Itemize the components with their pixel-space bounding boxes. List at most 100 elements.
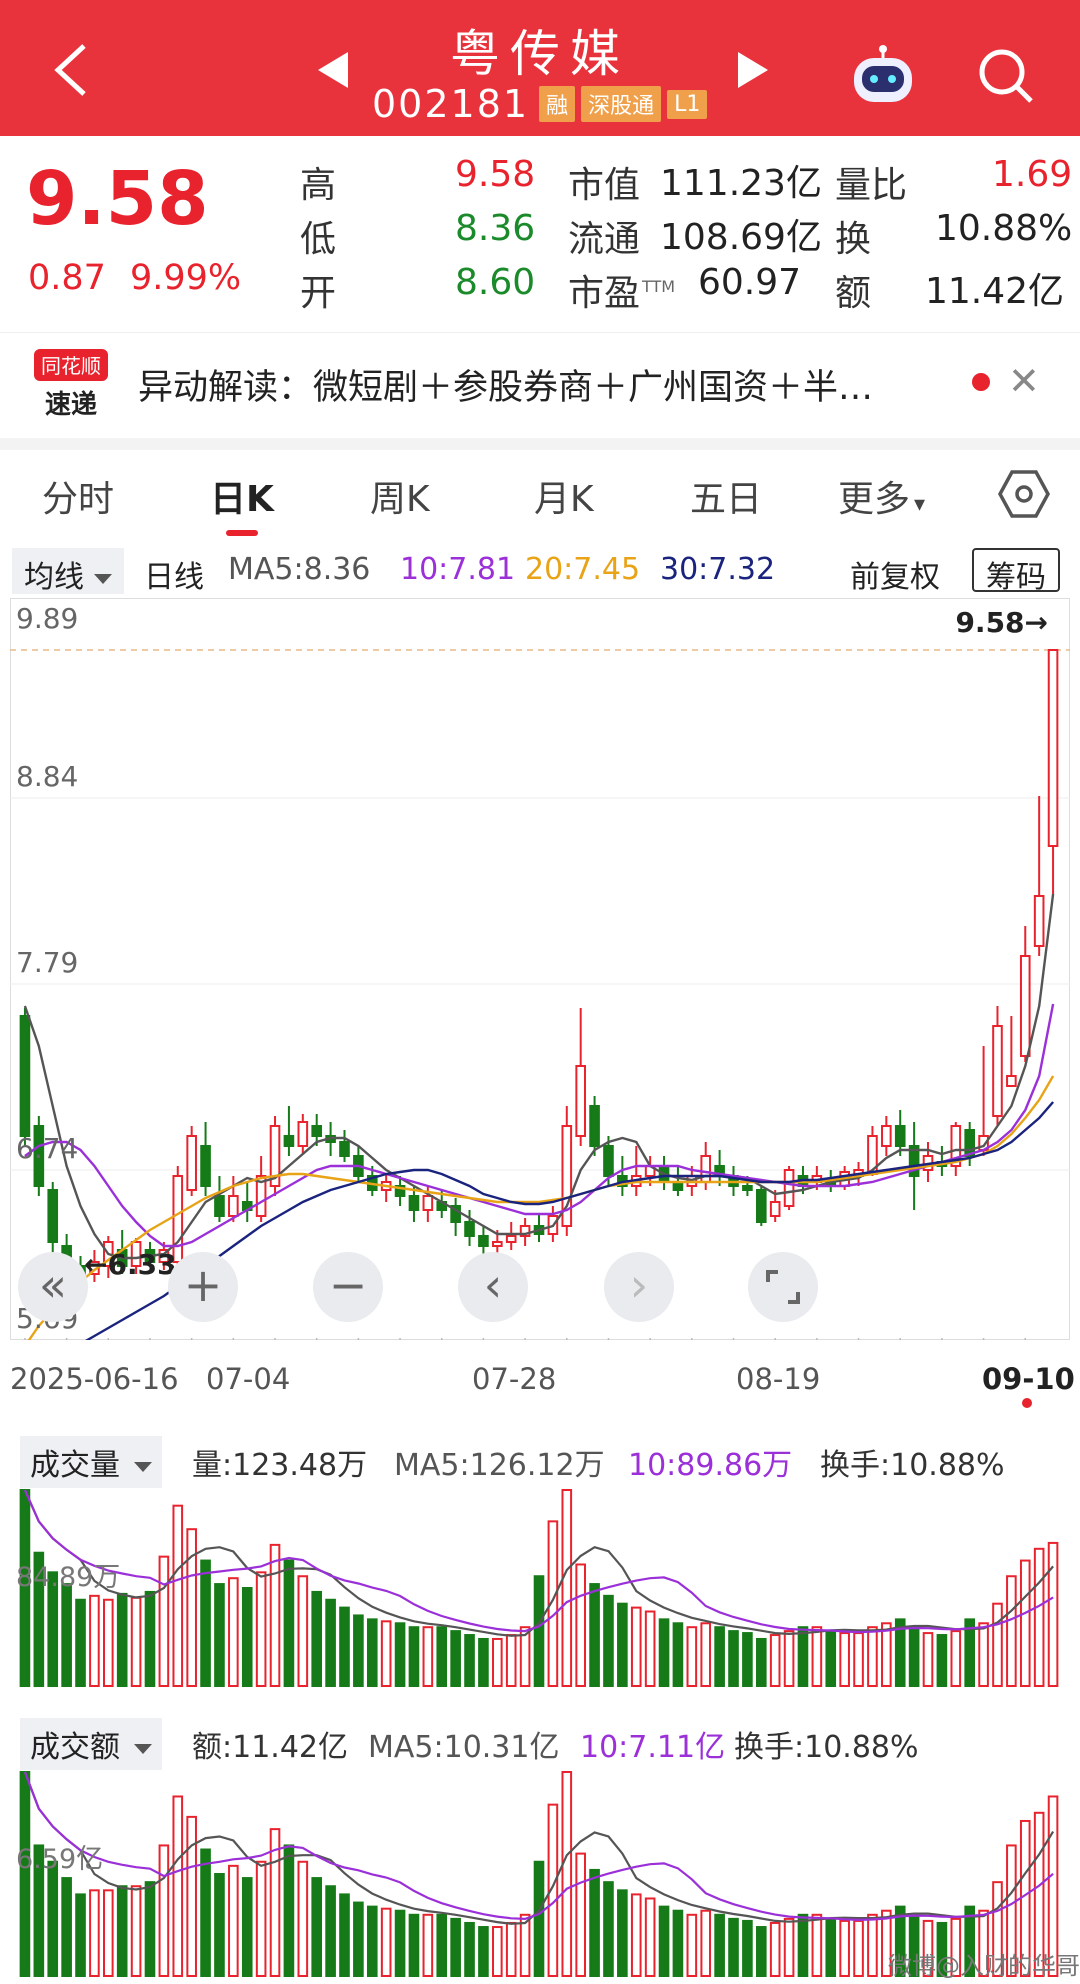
high-value: 9.58	[455, 154, 536, 195]
settings-icon[interactable]	[998, 468, 1050, 520]
amount-bar	[658, 1905, 670, 1977]
candle-body	[755, 1189, 767, 1223]
news-text[interactable]: 异动解读：微短剧＋参股券商＋广州国资＋半…	[138, 359, 873, 410]
candle-body	[311, 1125, 323, 1137]
zoom-in-button[interactable]: +	[168, 1252, 238, 1322]
tab-weekly[interactable]: 周K	[370, 470, 430, 522]
volume-bar	[89, 1594, 100, 1687]
news-banner[interactable]: 同花顺 速递 异动解读：微短剧＋参股券商＋广州国资＋半… ✕	[0, 332, 1080, 438]
volume-bar	[825, 1630, 837, 1687]
vol-ratio-value: 1.69	[992, 154, 1073, 195]
search-icon[interactable]	[976, 46, 1036, 106]
amount-value: 11.42亿	[925, 271, 1065, 312]
volume-bar	[755, 1637, 767, 1688]
amount-selector[interactable]: 成交额	[20, 1718, 162, 1770]
volume-bar	[116, 1592, 128, 1687]
pe-label-text: 市盈	[568, 273, 641, 314]
candle-body	[492, 1241, 503, 1247]
date-label-2: 07-04	[206, 1362, 291, 1396]
volume-bar	[908, 1626, 920, 1687]
pe-value: 60.97	[698, 262, 802, 303]
amount-bar	[561, 1771, 573, 1977]
mktcap-label: 市值	[568, 165, 641, 206]
scroll-right-button[interactable]: ›	[604, 1252, 674, 1322]
pe-ttm: TTM	[642, 277, 676, 296]
candle-body	[19, 1015, 31, 1137]
last-price: 9.58	[26, 156, 209, 242]
indicator-selector-label: 均线	[24, 560, 84, 595]
volume-bar	[144, 1590, 156, 1687]
date-label-3: 07-28	[472, 1362, 557, 1396]
amount-bar	[297, 1860, 309, 1977]
volume-bar	[589, 1583, 600, 1687]
amount-bar	[630, 1893, 642, 1977]
amount-bar	[102, 1889, 114, 1977]
chip-button[interactable]: 筹码	[972, 548, 1060, 595]
zoom-out-button[interactable]: −	[313, 1252, 383, 1322]
tag-margin: 融	[539, 86, 576, 122]
amount-axis-label: 6.59亿	[16, 1844, 103, 1875]
volume-bar	[214, 1583, 225, 1687]
amount-bar	[89, 1889, 100, 1977]
tab-more[interactable]: 更多 ▾	[838, 470, 925, 522]
volume-bar	[839, 1632, 850, 1687]
indicator-selector[interactable]: 均线	[12, 548, 124, 595]
candle-body	[422, 1195, 434, 1211]
robot-assistant-icon[interactable]	[848, 44, 918, 106]
tab-intraday[interactable]: 分时	[42, 470, 114, 522]
volume-bar	[450, 1630, 461, 1687]
volume-bar	[811, 1626, 823, 1687]
turnover-value: 10.88%	[935, 208, 1073, 249]
close-icon[interactable]: ✕	[1008, 359, 1040, 403]
amount-bar	[394, 1909, 406, 1977]
volume-bar	[950, 1630, 962, 1687]
caret-down-icon	[134, 1461, 152, 1472]
code-row: 002181 融 深股通 L1	[372, 82, 713, 126]
tab-more-label: 更多	[838, 479, 911, 520]
next-stock-icon[interactable]	[738, 52, 768, 88]
amount-bar	[214, 1873, 225, 1977]
open-value: 8.60	[455, 262, 536, 303]
adjust-mode[interactable]: 前复权	[850, 552, 940, 596]
tab-five-day[interactable]: 五日	[690, 470, 762, 522]
volume-bar	[422, 1626, 434, 1687]
amount-bar	[380, 1907, 392, 1977]
logo-bottom-text: 速递	[45, 389, 97, 420]
fullscreen-button[interactable]	[748, 1252, 818, 1322]
amount-bar	[408, 1913, 420, 1978]
y-label-3: 7.79	[16, 946, 78, 979]
volume-bar	[283, 1559, 295, 1687]
volume-header: 成交量 量:123.48万 MA5:126.12万 10:89.86万 换手:1…	[0, 1430, 1080, 1488]
volume-bar	[228, 1577, 239, 1687]
amount-bar	[575, 1852, 586, 1977]
volume-bar	[922, 1632, 934, 1687]
volume-bar	[978, 1622, 989, 1687]
tab-monthly[interactable]: 月K	[534, 470, 594, 522]
prev-stock-icon[interactable]	[318, 52, 348, 88]
candle-body	[228, 1195, 239, 1217]
amount-bar	[769, 1921, 781, 1978]
low-value: 8.36	[455, 208, 536, 249]
amount-bar	[325, 1885, 336, 1977]
rewind-button[interactable]: «	[18, 1252, 88, 1322]
quote-panel: 9.58 0.87 9.99% 高 9.58 低 8.36 开 8.60 市值 1…	[0, 136, 1080, 332]
volume-bar	[241, 1587, 253, 1687]
open-label: 开	[300, 273, 337, 314]
amount-bar	[589, 1868, 600, 1977]
scroll-left-button[interactable]: ‹	[458, 1252, 528, 1322]
tag-connect: 深股通	[581, 86, 662, 122]
unread-dot-icon	[972, 373, 990, 391]
kline-chart[interactable]: 9.89 8.84 7.79 6.74 5.69 9.58→ ←6.33	[10, 598, 1070, 1340]
candle-body	[1047, 649, 1059, 847]
amount-bar	[867, 1913, 878, 1978]
volume-bar	[561, 1489, 573, 1687]
tab-daily[interactable]: 日K	[210, 470, 274, 522]
volume-ma5: MA5:126.12万	[394, 1448, 605, 1483]
volume-bar	[867, 1626, 878, 1687]
date-label-start: 2025-06-16	[10, 1362, 179, 1396]
candle-body	[769, 1201, 781, 1217]
volume-selector[interactable]: 成交量	[20, 1436, 162, 1488]
volume-bar	[464, 1634, 475, 1687]
amount-bar	[61, 1877, 72, 1977]
float-value: 108.69亿	[660, 217, 822, 258]
